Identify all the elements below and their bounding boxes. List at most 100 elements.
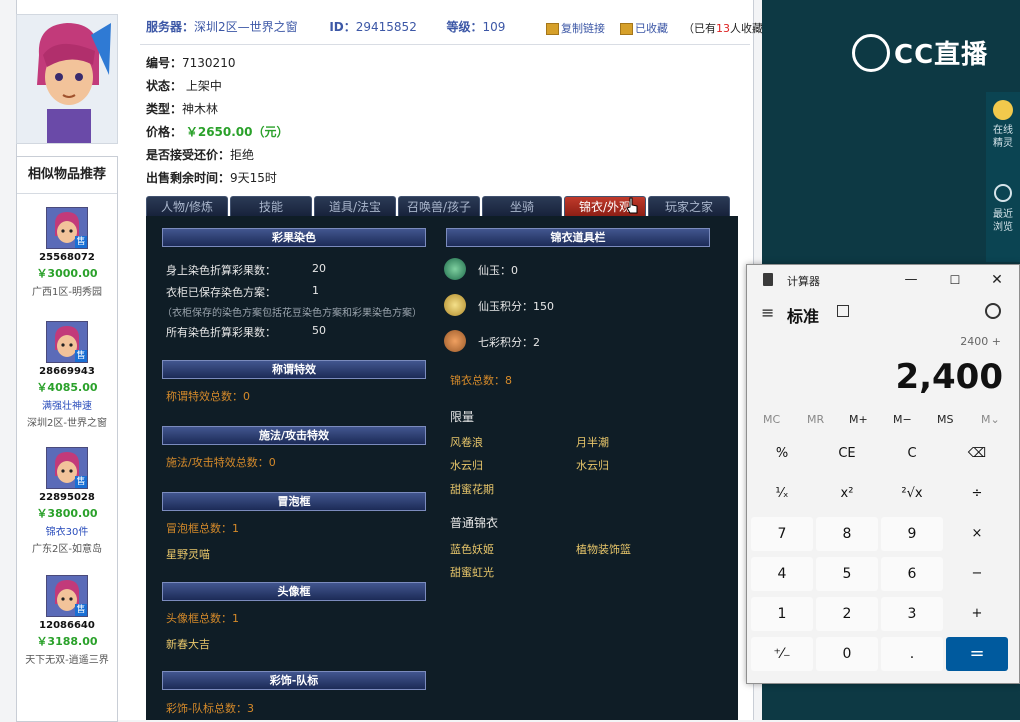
calculator-app-icon [763,273,773,286]
recommend-price: ￥4085.00 [36,381,98,394]
subtract-button[interactable]: − [946,557,1008,591]
type-label: 类型： [146,102,183,116]
decimal-button[interactable]: . [881,637,943,671]
folder-icon [620,23,633,35]
recommend-price: ￥3188.00 [36,635,98,648]
memory-recall-button[interactable]: MR [807,413,824,426]
dye-label-3: 所有染色折算彩果数： [166,326,276,339]
dye-note: （衣柜保存的染色方案包括花豆染色方案和彩果染色方案） [162,308,422,319]
copy-link-button[interactable]: 复制链接 [546,22,605,35]
bargain-label: 是否接受还价： [146,148,231,162]
recommend-item[interactable]: 售 28669943 ￥4085.00 满强壮神速 深圳2区-世界之窗 [17,321,117,429]
level-value: 109 [482,20,506,34]
avatar-frame-item: 新春大吉 [166,638,210,651]
memory-subtract-button[interactable]: M− [893,413,912,426]
digit-9-button[interactable]: 9 [881,517,943,551]
recommend-thumbnail[interactable]: 售 [46,575,88,617]
recommend-server: 深圳2区-世界之窗 [27,418,107,429]
recommend-thumbnail[interactable]: 售 [46,447,88,489]
maximize-button[interactable]: ☐ [941,267,969,293]
bargain-value: 拒绝 [230,148,255,162]
normal-item[interactable]: 植物装饰篮 [576,541,631,557]
recommend-thumbnail[interactable]: 售 [46,321,88,363]
outfit-total: 锦衣总数：8 [450,374,512,387]
clear-entry-button[interactable]: CE [816,437,878,471]
negate-button[interactable]: ⁺⁄₋ [751,637,813,671]
tab-summons[interactable]: 召唤兽/孩子 [398,196,480,217]
sale-tag: 售 [75,350,87,362]
reciprocal-button[interactable]: ¹⁄ₓ [751,477,813,511]
close-button[interactable]: ✕ [983,267,1011,293]
expression-display: 2400 + [960,335,1001,348]
online-sprite-button[interactable]: 在线精灵 [986,100,1020,150]
limited-item[interactable]: 水云归 [450,457,483,473]
recent-browse-button[interactable]: 最近浏览 [986,184,1020,234]
collected-button[interactable]: 已收藏 [620,22,668,35]
recommend-item[interactable]: 售 12086640 ￥3188.00 天下无双-逍遥三界 [17,575,117,666]
qicai-points-value: 七彩积分：2 [478,336,540,349]
minimize-button[interactable]: — [897,267,925,293]
memory-store-button[interactable]: MS [937,413,953,426]
bubble-frame-total: 冒泡框总数：1 [166,522,239,535]
square-button[interactable]: x² [816,477,878,511]
clear-button[interactable]: C [881,437,943,471]
tab-items[interactable]: 道具/法宝 [314,196,396,217]
digit-1-button[interactable]: 1 [751,597,813,631]
normal-item[interactable]: 甜蜜虹光 [450,564,494,580]
memory-clear-button[interactable]: MC [763,413,780,426]
memory-list-button[interactable]: M⌄ [981,413,1000,426]
digit-7-button[interactable]: 7 [751,517,813,551]
digit-5-button[interactable]: 5 [816,557,878,591]
time-label: 出售剩余时间： [146,171,231,185]
collect-count-number: 13 [716,22,730,35]
status-label: 状态： [146,79,183,93]
multiply-button[interactable]: × [946,517,1008,551]
add-button[interactable]: + [946,597,1008,631]
dye-value-2: 1 [312,284,319,297]
tab-character[interactable]: 人物/修炼 [146,196,228,217]
recommend-extra: 满强壮神速 [42,401,92,412]
level-label: 等级： [446,20,483,34]
section-outfit-items: 锦衣道具栏 [446,228,710,247]
digit-2-button[interactable]: 2 [816,597,878,631]
digit-8-button[interactable]: 8 [816,517,878,551]
recommend-thumbnail[interactable]: 售 [46,207,88,249]
limited-item[interactable]: 风卷浪 [450,434,483,450]
team-badge-total: 彩饰-队标总数：3 [166,702,254,715]
menu-icon[interactable]: ≡ [761,303,774,322]
percent-button[interactable]: % [751,437,813,471]
recommend-item[interactable]: 售 22895028 ￥3800.00 锦衣30件 广东2区-如意岛 [17,447,117,555]
tab-mounts[interactable]: 坐骑 [482,196,562,217]
divide-button[interactable]: ÷ [946,477,1008,511]
limited-item[interactable]: 水云归 [576,457,609,473]
similar-items-panel: 相似物品推荐 售 25568072 ￥3000.00 广西1区-明秀园售 2866994… [16,156,118,722]
equals-button[interactable]: = [946,637,1008,671]
limited-item[interactable]: 月半潮 [576,434,609,450]
mouse-cursor-icon [626,197,638,214]
digit-0-button[interactable]: 0 [816,637,878,671]
similar-items-title: 相似物品推荐 [17,157,117,194]
history-icon[interactable] [985,303,1001,319]
limited-item[interactable]: 甜蜜花期 [450,481,494,497]
digit-3-button[interactable]: 3 [881,597,943,631]
section-title-effect: 称谓特效 [162,360,426,379]
memory-add-button[interactable]: M+ [849,413,868,426]
tab-skills[interactable]: 技能 [230,196,312,217]
digit-6-button[interactable]: 6 [881,557,943,591]
character-avatar [16,14,118,144]
recommend-server: 广东2区-如意岛 [32,544,102,555]
recommend-item[interactable]: 售 25568072 ￥3000.00 广西1区-明秀园 [17,207,117,298]
collect-count-prefix: （已有 [683,22,716,35]
info-price: 价格： ￥2650.00（元） [146,123,289,140]
keep-on-top-icon[interactable] [837,305,849,317]
normal-item[interactable]: 蓝色妖姬 [450,541,494,557]
recommend-server: 天下无双-逍遥三界 [25,655,109,666]
square-root-button[interactable]: ²√x [881,477,943,511]
tab-home[interactable]: 玩家之家 [648,196,730,217]
section-team-badge: 彩饰-队标 [162,671,426,690]
cc-live-logo: CC直播 [852,33,988,75]
digit-4-button[interactable]: 4 [751,557,813,591]
backspace-button[interactable]: ⌫ [946,437,1008,471]
title-effect-total: 称谓特效总数：0 [166,390,250,403]
status-value: 上架中 [185,79,222,93]
